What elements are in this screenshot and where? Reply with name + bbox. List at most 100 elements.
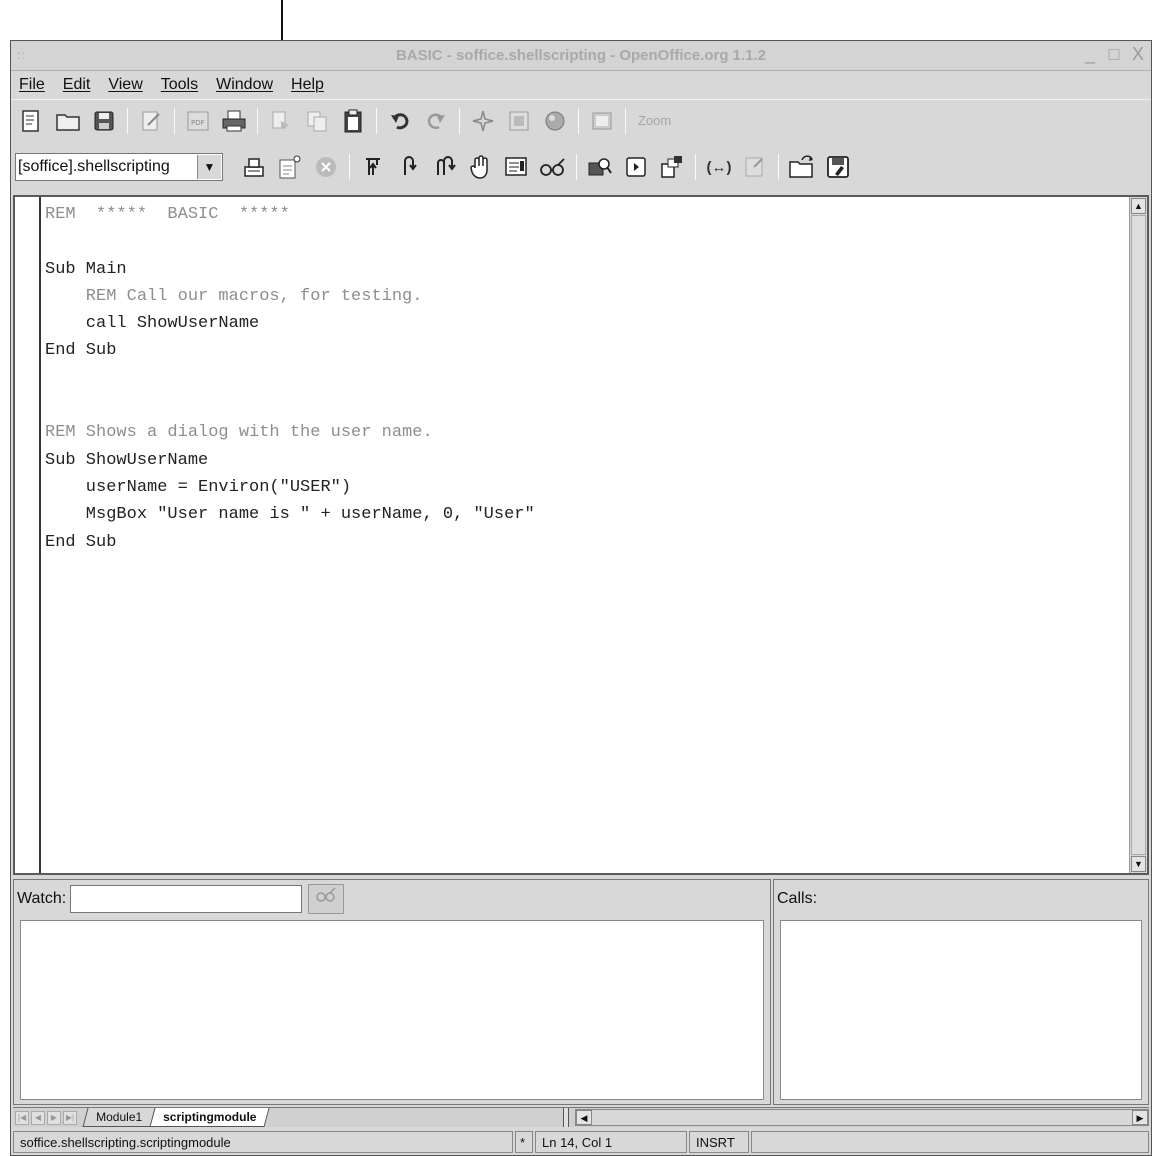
step-into-icon[interactable] (358, 152, 388, 182)
navigator-icon[interactable] (17, 106, 47, 136)
preview-icon[interactable] (587, 106, 617, 136)
menu-view[interactable]: View (108, 76, 142, 94)
insert-source-icon[interactable] (740, 152, 770, 182)
title-bar[interactable]: :: BASIC - soffice.shellscripting - Open… (11, 41, 1151, 71)
macro-toolbar: [soffice].shellscripting ▼ (↔) (11, 145, 1151, 189)
standard-toolbar: PDF Zoom (11, 99, 1151, 141)
basic-ide-window: :: BASIC - soffice.shellscripting - Open… (10, 40, 1152, 1156)
toolbar-separator (349, 154, 350, 180)
watch-input[interactable] (70, 885, 302, 913)
scroll-down-icon[interactable]: ▼ (1131, 856, 1146, 872)
scroll-up-icon[interactable]: ▲ (1131, 198, 1146, 214)
manage-breakpoints-icon[interactable] (502, 152, 532, 182)
code-line[interactable]: Sub Main (45, 256, 535, 283)
enable-watch-icon[interactable] (538, 152, 568, 182)
step-over-icon[interactable] (394, 152, 424, 182)
object-catalog-icon[interactable] (585, 152, 615, 182)
module-tab-bar: |◀ ◀ ▶ ▶| Module1 scriptingmodule ◀ ▶ (13, 1107, 1149, 1127)
remove-watch-icon[interactable] (308, 884, 344, 914)
modules-icon[interactable] (657, 152, 687, 182)
close-button[interactable]: X (1129, 44, 1147, 65)
find-parentheses-icon[interactable]: (↔) (704, 152, 734, 182)
menu-file[interactable]: File (19, 76, 45, 94)
menu-window[interactable]: Window (216, 76, 273, 94)
library-select[interactable]: [soffice].shellscripting ▼ (15, 153, 223, 181)
code-line[interactable]: REM Shows a dialog with the user name. (45, 419, 535, 446)
watch-pane: Watch: (13, 879, 771, 1105)
toolbar-separator (625, 107, 626, 134)
toolbar-separator (376, 107, 377, 134)
toolbar-separator (695, 154, 696, 180)
status-modified: * (515, 1131, 533, 1153)
toolbar-separator (127, 107, 128, 134)
tab-module1-label: Module1 (96, 1110, 143, 1124)
status-location: soffice.shellscripting.scriptingmodule (13, 1131, 513, 1153)
code-text[interactable]: REM ***** BASIC ***** Sub Main REM Call … (45, 201, 535, 556)
window-title: BASIC - soffice.shellscripting - OpenOff… (395, 47, 767, 64)
save-basic-icon[interactable] (823, 152, 853, 182)
save-icon[interactable] (89, 106, 119, 136)
zoom-button[interactable]: Zoom (638, 113, 671, 128)
calls-list[interactable] (780, 920, 1142, 1100)
undo-icon[interactable] (385, 106, 415, 136)
code-line[interactable] (45, 392, 535, 419)
print-icon[interactable] (219, 106, 249, 136)
toolbar-separator (257, 107, 258, 134)
tab-scriptingmodule[interactable]: scriptingmodule (149, 1108, 270, 1127)
run-basic-icon[interactable] (239, 152, 269, 182)
code-line[interactable] (45, 228, 535, 255)
compile-icon[interactable] (275, 152, 305, 182)
step-out-icon[interactable] (430, 152, 460, 182)
tab-splitter[interactable] (563, 1108, 569, 1127)
load-basic-icon[interactable] (787, 152, 817, 182)
menu-tools[interactable]: Tools (161, 76, 198, 94)
status-insert-mode[interactable]: INSRT (689, 1131, 749, 1153)
redo-icon[interactable] (421, 106, 451, 136)
first-tab-icon[interactable]: |◀ (15, 1110, 29, 1125)
stop-icon[interactable] (311, 152, 341, 182)
edit-file-icon[interactable] (136, 106, 166, 136)
breakpoint-hand-icon[interactable] (466, 152, 496, 182)
watch-list[interactable] (20, 920, 764, 1100)
code-line[interactable]: REM Call our macros, for testing. (45, 283, 535, 310)
vertical-scrollbar[interactable]: ▲ ▼ (1129, 197, 1147, 873)
code-line[interactable]: End Sub (45, 529, 535, 556)
prev-tab-icon[interactable]: ◀ (31, 1110, 45, 1125)
minimize-button[interactable]: _ (1081, 44, 1099, 65)
menu-bar: File Edit View Tools Window Help (11, 71, 1151, 99)
code-line[interactable]: MsgBox "User name is " + userName, 0, "U… (45, 501, 535, 528)
cut-icon[interactable] (266, 106, 296, 136)
window-controls: _ □ X (1081, 44, 1147, 65)
open-folder-icon[interactable] (53, 106, 83, 136)
maximize-button[interactable]: □ (1105, 44, 1123, 65)
scroll-thumb[interactable] (1131, 215, 1146, 855)
copy-icon[interactable] (302, 106, 332, 136)
breakpoint-margin[interactable] (15, 197, 41, 873)
paste-icon[interactable] (338, 106, 368, 136)
gallery-icon[interactable] (504, 106, 534, 136)
tab-module1[interactable]: Module1 (82, 1108, 156, 1127)
menu-help[interactable]: Help (291, 76, 324, 94)
code-editor[interactable]: REM ***** BASIC ***** Sub Main REM Call … (13, 195, 1149, 875)
code-line[interactable]: REM ***** BASIC ***** (45, 201, 535, 228)
code-line[interactable]: userName = Environ("USER") (45, 474, 535, 501)
navigator-star-icon[interactable] (468, 106, 498, 136)
last-tab-icon[interactable]: ▶| (63, 1110, 77, 1125)
menu-edit[interactable]: Edit (63, 76, 91, 94)
next-tab-icon[interactable]: ▶ (47, 1110, 61, 1125)
chevron-down-icon[interactable]: ▼ (197, 155, 221, 179)
code-line[interactable]: call ShowUserName (45, 310, 535, 337)
code-line[interactable] (45, 365, 535, 392)
macros-icon[interactable] (621, 152, 651, 182)
code-line[interactable]: End Sub (45, 337, 535, 364)
scroll-right-icon[interactable]: ▶ (1132, 1110, 1148, 1125)
code-line[interactable]: Sub ShowUserName (45, 447, 535, 474)
horizontal-scrollbar[interactable]: ◀ ▶ (575, 1109, 1149, 1126)
calls-label: Calls: (777, 890, 818, 907)
status-bar: soffice.shellscripting.scriptingmodule *… (13, 1131, 1149, 1155)
export-pdf-icon[interactable]: PDF (183, 106, 213, 136)
toolbar-separator (578, 107, 579, 134)
status-position: Ln 14, Col 1 (535, 1131, 687, 1153)
scroll-left-icon[interactable]: ◀ (576, 1110, 592, 1125)
data-sources-icon[interactable] (540, 106, 570, 136)
